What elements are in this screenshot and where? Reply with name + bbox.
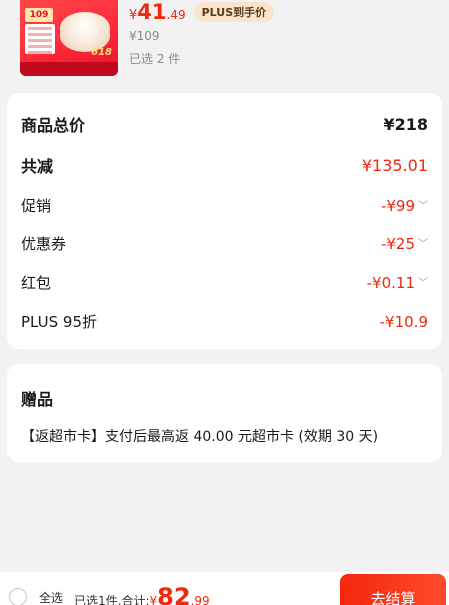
thumb-618-label: 618 [91, 47, 112, 58]
checkout-bar: 全选 已选1件,合计: ¥ 82 .99 去结算 [0, 572, 449, 605]
plus-discount-label: PLUS 95折 [21, 313, 98, 331]
selected-count: 已选 2 件 [129, 52, 181, 66]
gift-description: 【返超市卡】支付后最高返 40.00 元超市卡 (效期 30 天) [21, 429, 379, 445]
thumb-price-tag: 109 [25, 8, 53, 22]
redpacket-value: -¥0.11 [366, 273, 415, 292]
row-promo[interactable]: 促销 -¥99 ﹀ [21, 195, 428, 216]
total-decimal: .99 [190, 594, 210, 605]
thumb-cream-jar-image [60, 12, 110, 52]
row-plus-discount: PLUS 95折 -¥10.9 [21, 311, 428, 332]
total-currency: ¥ [149, 594, 158, 605]
checkout-button[interactable]: 去结算 [340, 574, 446, 605]
total-value: ¥218 [383, 114, 428, 134]
total-integer: 82 [157, 583, 191, 605]
row-coupon[interactable]: 优惠券 -¥25 ﹀ [21, 233, 428, 254]
order-total: 已选1件,合计: ¥ 82 .99 [74, 583, 210, 605]
promo-label: 促销 [21, 197, 52, 215]
row-total: 商品总价 ¥218 [21, 112, 428, 136]
coupon-value: -¥25 [380, 234, 415, 253]
coupon-value-group[interactable]: -¥25 ﹀ [381, 235, 428, 253]
promo-value-group[interactable]: -¥99 ﹀ [381, 197, 428, 215]
price-currency: ¥ [129, 8, 138, 23]
price-decimal: .49 [166, 8, 186, 22]
promo-value: -¥99 [380, 196, 415, 215]
price-integer: 41 [137, 0, 167, 24]
price-summary-card: 商品总价 ¥218 共减 ¥135.01 促销 -¥99 ﹀ 优惠券 -¥25 … [7, 93, 442, 349]
row-redpacket[interactable]: 红包 -¥0.11 ﹀ [21, 272, 428, 293]
thumb-bottom-strip [20, 62, 118, 76]
original-price: ¥109 [129, 29, 160, 43]
total-label: 商品总价 [21, 116, 86, 135]
select-all-label[interactable]: 全选 [39, 589, 63, 605]
redpacket-label: 红包 [21, 274, 52, 292]
redpacket-value-group[interactable]: -¥0.11 ﹀ [367, 274, 428, 292]
discount-value: ¥135.01 [361, 155, 428, 175]
row-discount: 共减 ¥135.01 [21, 153, 428, 177]
plus-discount-value: -¥10.9 [379, 312, 428, 331]
coupon-label: 优惠券 [21, 235, 67, 253]
product-item[interactable]: 109 618 ¥ 41 .49 PLUS到手价 ¥109 已选 2 件 [0, 0, 449, 90]
chevron-down-icon[interactable]: ﹀ [418, 197, 428, 212]
plus-price-badge: PLUS到手价 [193, 2, 275, 22]
select-all-radio[interactable] [9, 588, 27, 605]
chevron-down-icon[interactable]: ﹀ [418, 235, 428, 250]
product-price: ¥ 41 .49 PLUS到手价 [129, 0, 275, 24]
count-text: 已选1件,合计: [74, 594, 150, 605]
chevron-down-icon[interactable]: ﹀ [418, 274, 428, 289]
discount-label: 共减 [21, 157, 54, 176]
gift-title: 赠品 [21, 390, 54, 409]
gift-card: 赠品 【返超市卡】支付后最高返 40.00 元超市卡 (效期 30 天) [7, 364, 442, 462]
thumb-info-card [25, 24, 55, 54]
product-thumbnail[interactable]: 109 618 [20, 0, 118, 76]
